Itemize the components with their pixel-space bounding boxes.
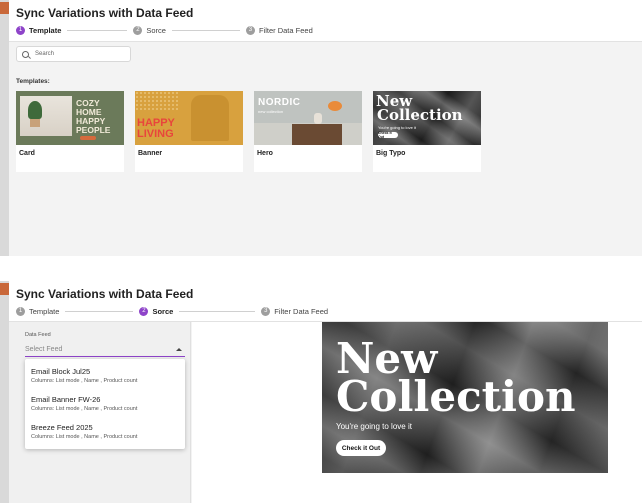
step-template[interactable]: 1 Template [16,306,60,316]
template-preview: New Collection You're going to love it C… [322,322,608,473]
feed-option[interactable]: Breeze Feed 2025 Columns: List mode , Na… [31,423,181,440]
step-number: 3 [245,25,255,35]
template-name: Hero [257,150,273,157]
preview-cta-button: Check it Out [336,440,386,456]
thumb-text: COZY HOME HAPPY PEOPLE [76,98,111,135]
template-thumbnail: COZY HOME HAPPY PEOPLE [16,91,124,145]
vase-image [314,113,322,124]
template-content: Search Templates: COZY HOME HAPPY PEOPLE… [9,42,642,256]
step-filter-data-feed[interactable]: 3 Filter Data Feed [245,25,313,35]
source-content: Data Feed Select Feed Email Block Jul25 … [9,322,642,503]
template-name: Card [19,150,35,157]
preview-subtitle: You're going to love it [336,422,412,431]
step-filter-data-feed[interactable]: 3 Filter Data Feed [261,306,329,316]
feed-selector-pane: Data Feed Select Feed Email Block Jul25 … [9,322,191,503]
step-label: Template [29,25,62,35]
background-app-edge [0,281,9,503]
feed-option[interactable]: Email Block Jul25 Columns: List mode , N… [31,367,181,384]
step-connector [179,310,256,312]
dresser-image [292,124,342,145]
thumb-pattern [135,91,180,111]
step-connector [65,310,134,312]
templates-label: Templates: [16,78,50,85]
thumb-text: NORDIC [258,97,301,108]
dialog-title: Sync Variations with Data Feed [16,287,194,301]
data-feed-select[interactable]: Select Feed [25,342,185,357]
template-name: Big Typo [376,150,406,157]
step-number: 2 [133,25,143,35]
flower-image [328,101,342,111]
feed-option-name: Email Block Jul25 [31,367,91,376]
background-app-edge [0,0,9,256]
step-connector [67,29,128,31]
step-number: 2 [139,306,149,316]
template-thumbnail: New Collection You're going to love it C… [373,91,481,145]
step-template[interactable]: 1 Template [16,25,62,35]
thumb-button [80,136,96,140]
feed-option-columns: Columns: List mode , Name , Product coun… [31,434,138,440]
feed-option-name: Email Banner FW-26 [31,395,101,404]
stepper: 1 Template 2 Sorce 3 Filter Data Feed [16,305,328,317]
feed-option-columns: Columns: List mode , Name , Product coun… [31,378,138,384]
feed-option-columns: Columns: List mode , Name , Product coun… [31,406,138,412]
dialog-header: Sync Variations with Data Feed 1 Templat… [9,281,642,322]
thumb-subtext: new collection [258,109,284,114]
template-card-big-typo[interactable]: New Collection You're going to love it C… [373,91,481,172]
preview-title-line2: Collection [336,372,576,421]
dialog-header: Sync Variations with Data Feed 1 Templat… [9,0,642,42]
screenshot-separator [0,256,642,281]
dialog-title: Sync Variations with Data Feed [16,6,194,20]
template-thumbnail: HAPPY LIVING [135,91,243,145]
step-number: 1 [16,306,25,316]
plant-image [28,101,42,119]
select-placeholder: Select Feed [25,345,63,353]
step-label: Sorce [152,306,174,316]
dialog-source-step: Sync Variations with Data Feed 1 Templat… [0,281,642,503]
thumb-title-line2: Collection [377,106,463,124]
template-thumbnail: NORDIC new collection [254,91,362,145]
thumb-text: HAPPY LIVING [137,117,175,140]
step-label: Template [29,306,60,316]
search-input[interactable]: Search [16,46,131,62]
feed-option-name: Breeze Feed 2025 [31,423,93,432]
step-number: 1 [16,25,25,35]
feed-option[interactable]: Email Banner FW-26 Columns: List mode , … [31,395,181,412]
template-card-hero[interactable]: NORDIC new collection Hero [254,91,362,172]
step-source[interactable]: 2 Sorce [139,306,174,316]
template-name: Banner [138,150,163,157]
step-label: Filter Data Feed [274,306,329,316]
thumb-button: Check it Out [378,131,398,139]
search-icon [22,50,29,58]
thumb-subtext: You're going to love it [378,125,416,130]
background-app-chip [0,2,9,14]
step-label: Filter Data Feed [258,25,313,35]
feed-dropdown-menu: Email Block Jul25 Columns: List mode , N… [25,359,185,449]
dialog-template-step: Sync Variations with Data Feed 1 Templat… [0,0,642,256]
pot-image [30,119,40,127]
step-connector [171,29,240,31]
step-label: Sorce [146,25,166,35]
data-feed-label: Data Feed [25,332,51,338]
stepper: 1 Template 2 Sorce 3 Filter Data Feed [16,24,313,36]
template-preview-pane: New Collection You're going to love it C… [192,322,642,503]
search-placeholder: Search [35,51,55,57]
caret-up-icon [176,348,182,351]
template-card-banner[interactable]: HAPPY LIVING Banner [135,91,243,172]
step-source[interactable]: 2 Sorce [133,25,166,35]
template-card-card[interactable]: COZY HOME HAPPY PEOPLE Card [16,91,124,172]
step-number: 3 [261,306,271,316]
background-app-chip [0,283,9,295]
